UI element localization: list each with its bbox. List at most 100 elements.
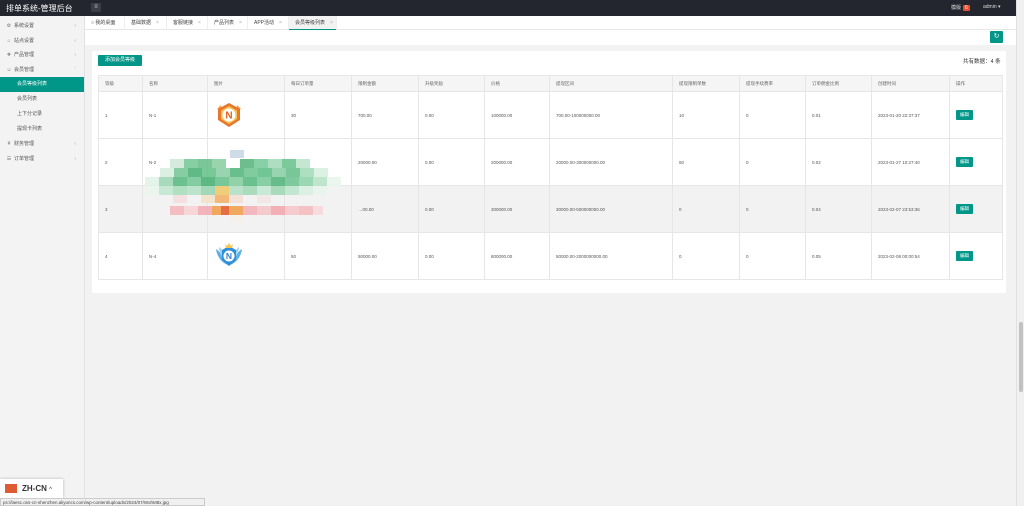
- cell-name: N-4: [142, 232, 208, 280]
- cell-image: N: [207, 91, 285, 139]
- product-icon: ❖: [6, 52, 12, 58]
- sidebar-item-label: 站点设置: [14, 37, 35, 44]
- cell-reward: 0.00: [418, 91, 485, 139]
- sidebar-subitem-member-list[interactable]: 会员列表: [0, 92, 84, 107]
- svg-text:N: N: [225, 111, 232, 122]
- sidebar-item-product-management[interactable]: ❖ 产品管理 ‹: [0, 48, 84, 63]
- total-label: 共有数据：: [963, 59, 991, 65]
- cell-reward: 0.00: [418, 185, 485, 233]
- cell-fee: 0: [739, 232, 806, 280]
- status-bar-url: ps://laesc.oss-cn-shenzhen.aliyuncs.com/…: [0, 498, 205, 506]
- messages-link[interactable]: 模版 6: [951, 4, 970, 11]
- user-menu[interactable]: admin ▾: [983, 4, 1001, 10]
- add-label: 添加会员等级: [104, 57, 135, 63]
- column-header: 每日订单量: [284, 75, 352, 92]
- cell-name: N-1: [142, 91, 208, 139]
- tab-member-levels[interactable]: 会员等级列表 ×: [289, 16, 337, 30]
- cell-withdraw-limit: 50: [672, 138, 740, 186]
- money-icon: ¥: [7, 141, 11, 147]
- cell-image: N: [207, 232, 285, 280]
- sidebar-item-label: 订单管理: [14, 155, 35, 162]
- sidebar-subitem-withdraw-cards[interactable]: 提现卡列表: [0, 122, 84, 137]
- tab-app-activity[interactable]: APP活动 ×: [248, 16, 289, 30]
- column-header: 提现手续费率: [739, 75, 806, 92]
- chevron-left-icon: ‹: [74, 155, 76, 162]
- column-header: 提现区间: [549, 75, 673, 92]
- tab-product-list[interactable]: 产品列表 ×: [208, 16, 248, 30]
- column-header: 等级: [98, 75, 143, 92]
- sidebar-item-label: 产品管理: [14, 52, 35, 58]
- cell-commission: 0.05: [805, 232, 872, 280]
- column-header: 图片: [207, 75, 285, 92]
- sidebar-item-label: 会员管理: [14, 66, 35, 73]
- cell-actions: 编辑: [949, 91, 1003, 139]
- tab-label: 会员等级列表: [295, 20, 326, 26]
- sidebar-item-member-management[interactable]: ☺ 会员管理 ˇ: [0, 63, 84, 78]
- cell-image: [207, 185, 285, 233]
- tab-label: 我的桌面: [95, 20, 116, 26]
- gear-icon: ⚙: [6, 23, 12, 29]
- menu-toggle-icon[interactable]: ≡: [91, 3, 101, 12]
- total-number: 4: [990, 59, 994, 65]
- chevron-down-icon: ˇ: [74, 66, 76, 73]
- user-icon: ☺: [6, 66, 12, 73]
- sidebar-subitem-member-levels[interactable]: 会员等级列表: [0, 77, 84, 92]
- cell-reward: 0.00: [418, 138, 485, 186]
- messages-count-badge: 6: [963, 5, 970, 11]
- close-icon[interactable]: ×: [198, 20, 201, 26]
- cell-limit: 700.00: [351, 91, 419, 139]
- language-switcher[interactable]: ZH-CN ^: [0, 479, 63, 498]
- level-badge-blue-wings-icon: N: [216, 243, 242, 266]
- tab-basic-data[interactable]: 基础数据 ×: [125, 16, 167, 30]
- cell-range: 30000.00-500000000.00: [549, 185, 673, 233]
- table-row: 1 N-1 N 30 700.00 0.00 100000.00 700.00-…: [98, 91, 1003, 139]
- tab-service-links[interactable]: 客服链接 ×: [167, 16, 208, 30]
- tab-desktop[interactable]: ○ 我的桌面: [85, 16, 125, 30]
- cell-image: [207, 138, 285, 186]
- close-icon[interactable]: ×: [239, 20, 242, 26]
- sidebar-item-finance-management[interactable]: ¥ 财务管理 ‹: [0, 137, 84, 152]
- edit-button[interactable]: 编辑: [956, 110, 973, 120]
- table-row: 4 N-4 N 50 50000.00 0.00 800000.00 50000…: [98, 232, 1003, 280]
- column-header: 订单佣金比例: [805, 75, 872, 92]
- column-header: 名称: [142, 75, 208, 92]
- cell-withdraw-limit: 0: [672, 185, 740, 233]
- cell-price: 800000.00: [484, 232, 550, 280]
- cell-limit: 20000.00: [351, 138, 419, 186]
- cell-limit: 50000.00: [351, 232, 419, 280]
- sidebar-item-label: 财务管理: [14, 141, 35, 147]
- edit-button[interactable]: 编辑: [956, 251, 973, 261]
- sidebar-item-system-settings[interactable]: ⚙ 系统设置 ‹: [0, 19, 84, 34]
- table-row: 2 N-2 20000.00 0.00 200000.00 20000.00-3…: [98, 138, 1003, 186]
- chevron-left-icon: ‹: [74, 52, 76, 58]
- tab-bar: ○ 我的桌面 基础数据 × 客服链接 × 产品列表 × APP活动 × 会员等级列表 ×: [85, 16, 1016, 30]
- tab-label: 产品列表: [214, 20, 235, 26]
- top-bar: 排单系统-管理后台 ≡ 模版 6 admin ▾: [0, 0, 1016, 16]
- column-header: 价格: [484, 75, 550, 92]
- cell-limit: …00.00: [351, 185, 419, 233]
- edit-button[interactable]: 编辑: [956, 157, 973, 167]
- cell-commission: 0.04: [805, 185, 872, 233]
- home-circle-icon: ○: [91, 20, 95, 26]
- cell-daily-orders: [284, 138, 352, 186]
- cell-level: 1: [98, 91, 143, 139]
- page-scrollbar[interactable]: [1016, 0, 1024, 506]
- sidebar-subitem-balance-records[interactable]: 上下分记录: [0, 107, 84, 122]
- list-icon: ☰: [6, 155, 12, 162]
- refresh-button[interactable]: ↻: [990, 31, 1003, 43]
- cell-actions: 编辑: [949, 232, 1003, 280]
- cell-price: 100000.00: [484, 91, 550, 139]
- cell-actions: 编辑: [949, 138, 1003, 186]
- scrollbar-thumb[interactable]: [1019, 322, 1023, 392]
- column-header: 限制金额: [351, 75, 419, 92]
- edit-button[interactable]: 编辑: [956, 204, 973, 214]
- sidebar-item-order-management[interactable]: ☰ 订单管理 ‹: [0, 152, 84, 167]
- sidebar-item-site-settings[interactable]: ⌂ 站点设置 ‹: [0, 34, 84, 49]
- china-flag-icon: [5, 484, 17, 493]
- chevron-left-icon: ‹: [74, 141, 76, 147]
- add-member-level-button[interactable]: 添加会员等级: [98, 55, 142, 66]
- tab-label: APP活动: [254, 20, 275, 26]
- close-icon[interactable]: ×: [330, 20, 333, 26]
- close-icon[interactable]: ×: [279, 20, 282, 26]
- close-icon[interactable]: ×: [156, 20, 159, 26]
